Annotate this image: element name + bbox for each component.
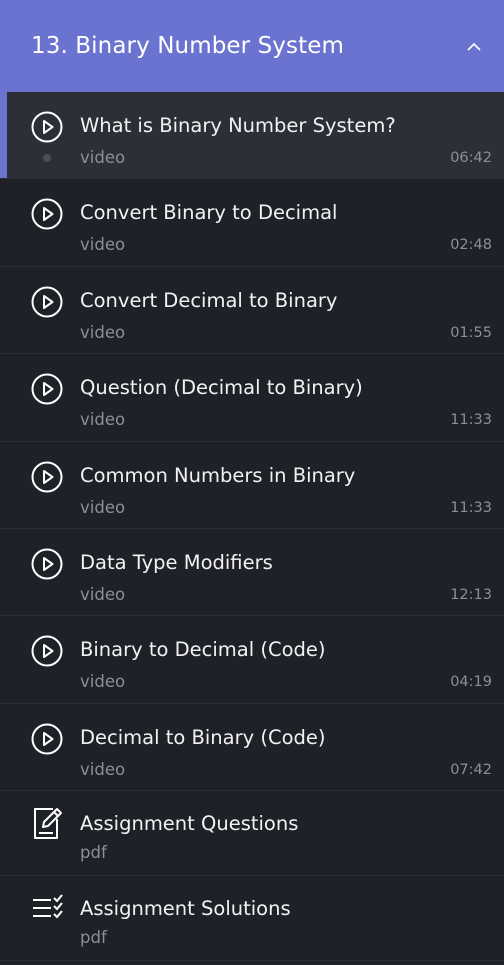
play-icon [31,286,63,318]
lesson-type: pdf [80,928,107,948]
lesson-title: Decimal to Binary (Code) [80,725,326,749]
lesson-list: What is Binary Number System? video 06:4… [0,92,504,962]
chevron-up-icon[interactable] [466,38,482,54]
lesson-title: Question (Decimal to Binary) [80,376,363,400]
lesson-duration: 07:42 [450,761,492,778]
play-icon [31,548,63,580]
lesson-item[interactable]: Convert Binary to Decimal video 02:48 [0,179,504,267]
lesson-type: video [80,497,126,517]
assignment-item[interactable]: Assignment Solutions pdf [0,876,504,962]
play-icon [31,198,63,230]
lesson-title: Common Numbers in Binary [80,463,356,487]
play-icon [31,635,63,667]
lesson-type: video [80,759,126,779]
lesson-title: Binary to Decimal (Code) [80,638,326,662]
progress-dot-icon [43,154,51,162]
lesson-duration: 01:55 [450,324,492,341]
lesson-duration: 11:33 [450,499,492,516]
lesson-duration: 04:19 [450,674,492,691]
lesson-duration: 06:42 [450,150,492,166]
lesson-title: Assignment Solutions [80,897,291,921]
play-icon [31,373,63,405]
assignment-item[interactable]: Assignment Questions pdf [0,791,504,877]
play-icon [31,111,63,143]
lesson-duration: 12:13 [450,586,492,603]
section-title: 13. Binary Number System [31,33,344,59]
play-icon [31,723,63,755]
assignment-edit-icon [31,805,65,841]
lesson-item[interactable]: Data Type Modifiers video 12:13 [0,529,504,617]
lesson-type: video [80,235,126,255]
lesson-title: Assignment Questions [80,812,299,836]
play-icon [31,461,63,493]
lesson-title: Data Type Modifiers [80,550,273,574]
lesson-item[interactable]: Question (Decimal to Binary) video 11:33 [0,354,504,442]
lesson-item[interactable]: Common Numbers in Binary video 11:33 [0,442,504,529]
lesson-title: Convert Binary to Decimal [80,201,338,225]
lesson-title: What is Binary Number System? [80,114,396,137]
lesson-item[interactable]: What is Binary Number System? video 06:4… [0,92,504,180]
checklist-icon [31,890,65,926]
lesson-type: video [80,322,126,342]
lesson-type: video [80,584,126,604]
lesson-type: video [80,410,126,430]
lesson-type: video [80,672,126,692]
lesson-item[interactable]: Binary to Decimal (Code) video 04:19 [0,616,504,704]
lesson-duration: 02:48 [450,237,492,254]
lesson-type: pdf [80,843,107,863]
lesson-title: Convert Decimal to Binary [80,288,338,312]
lesson-duration: 11:33 [450,412,492,429]
section-header[interactable]: 13. Binary Number System [0,0,504,92]
lesson-type: video [80,148,126,167]
lesson-item[interactable]: Decimal to Binary (Code) video 07:42 [0,704,504,792]
lesson-item[interactable]: Convert Decimal to Binary video 01:55 [0,267,504,355]
